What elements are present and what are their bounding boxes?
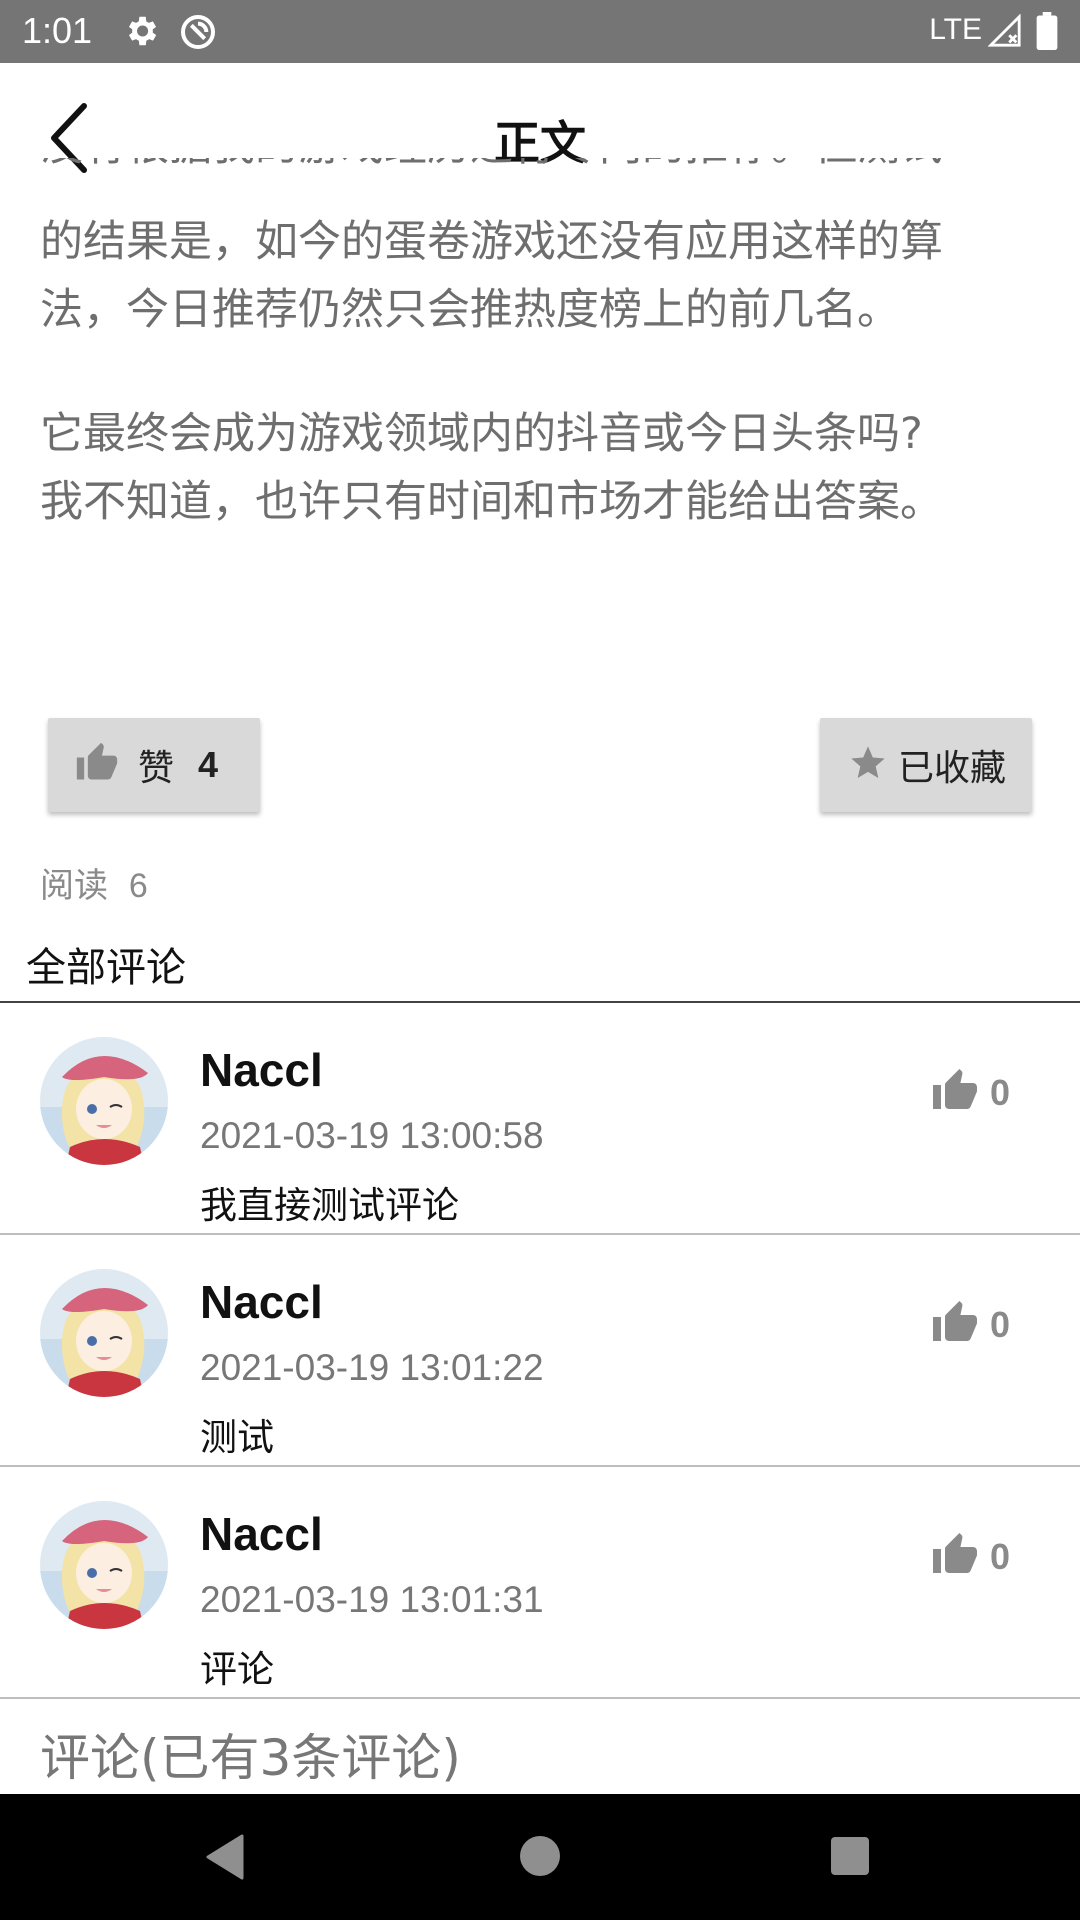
comment-like-count: 0 xyxy=(989,1304,1010,1345)
comment-author[interactable]: Naccl xyxy=(200,1507,323,1561)
comment-author[interactable]: Naccl xyxy=(200,1275,323,1329)
app-bar: 正文 xyxy=(0,63,1080,208)
status-bar: 1:01 LTE xyxy=(0,0,1080,63)
comment-time: 2021-03-19 13:01:22 xyxy=(200,1347,544,1388)
avatar[interactable] xyxy=(40,1037,168,1165)
article-partial-line: 没有根据我的游戏经历进行专门的推荐。但测试 xyxy=(40,158,1040,180)
comment-item: Naccl 2021-03-19 13:01:22 测试 0 xyxy=(0,1235,1080,1467)
back-nav-icon[interactable] xyxy=(202,1832,246,1886)
comment-like-count: 0 xyxy=(989,1072,1010,1113)
article-body: 没有根据我的游戏经历进行专门的推荐。但测试 的结果是，如今的蛋卷游戏还没有应用这… xyxy=(40,158,1040,536)
comment-time: 2021-03-19 13:01:31 xyxy=(200,1579,544,1620)
like-button[interactable]: 赞 4 xyxy=(48,718,260,812)
article-paragraph: 的结果是，如今的蛋卷游戏还没有应用这样的算 法，今日推荐仍然只会推热度榜上的前几… xyxy=(40,217,943,335)
like-label: 赞 xyxy=(138,748,175,789)
read-count: 阅读 6 xyxy=(40,866,148,906)
comment-like-button[interactable]: 0 xyxy=(930,1531,1010,1583)
comment-input[interactable]: 评论(已有3条评论) xyxy=(40,1718,461,1790)
avatar[interactable] xyxy=(40,1269,168,1397)
comment-like-button[interactable]: 0 xyxy=(930,1067,1010,1119)
no-disturb-icon xyxy=(178,12,218,56)
thumbs-up-icon xyxy=(930,1299,980,1351)
comment-like-count: 0 xyxy=(989,1536,1010,1577)
comment-author[interactable]: Naccl xyxy=(200,1043,323,1097)
system-nav-bar xyxy=(0,1794,1080,1920)
battery-icon xyxy=(1036,12,1058,54)
comment-item: Naccl 2021-03-19 13:01:31 评论 0 xyxy=(0,1467,1080,1699)
comment-like-button[interactable]: 0 xyxy=(930,1299,1010,1351)
comment-item: Naccl 2021-03-19 13:00:58 我直接测试评论 0 xyxy=(0,1003,1080,1235)
thumbs-up-icon xyxy=(74,741,120,789)
home-nav-icon[interactable] xyxy=(518,1834,562,1882)
comment-time: 2021-03-19 13:00:58 xyxy=(200,1115,544,1156)
comment-text: 测试 xyxy=(200,1416,274,1459)
star-icon xyxy=(848,743,888,787)
signal-icon xyxy=(987,13,1022,52)
divider xyxy=(0,1697,1080,1699)
favorite-button[interactable]: 已收藏 xyxy=(820,718,1032,812)
comments-header: 全部评论 xyxy=(26,945,186,991)
avatar[interactable] xyxy=(40,1501,168,1629)
like-count: 4 xyxy=(198,744,219,785)
network-type: LTE xyxy=(929,13,982,46)
comment-text: 评论 xyxy=(200,1648,274,1691)
article-paragraph: 它最终会成为游戏领域内的抖音或今日头条吗? 我不知道，也许只有时间和市场才能给出… xyxy=(40,409,943,527)
settings-icon xyxy=(122,12,160,54)
thumbs-up-icon xyxy=(930,1067,980,1119)
favorite-label: 已收藏 xyxy=(898,748,1007,789)
status-time: 1:01 xyxy=(22,10,93,51)
thumbs-up-icon xyxy=(930,1531,980,1583)
comment-text: 我直接测试评论 xyxy=(200,1184,459,1227)
recents-nav-icon[interactable] xyxy=(830,1836,870,1880)
